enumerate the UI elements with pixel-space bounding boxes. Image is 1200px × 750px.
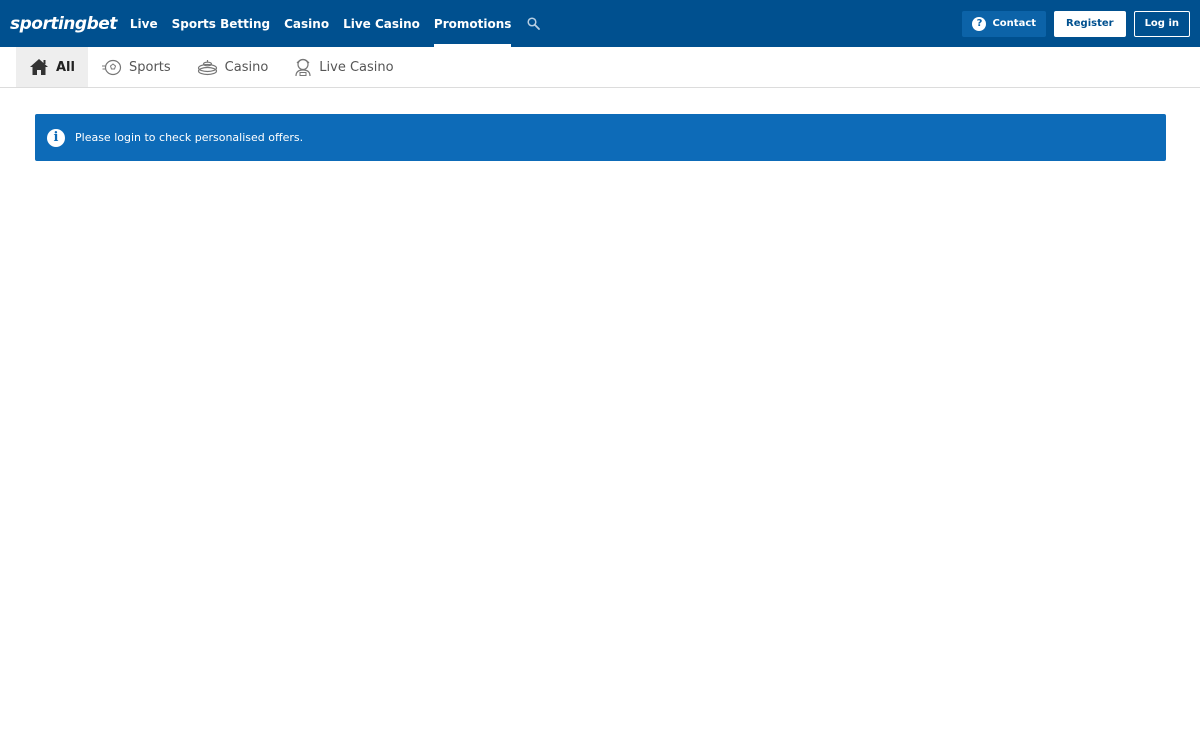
register-button[interactable]: Register — [1054, 10, 1126, 37]
info-icon: i — [47, 128, 65, 147]
main-nav: Live Sports Betting Casino Live Casino P… — [123, 0, 549, 47]
nav-live-casino[interactable]: Live Casino — [336, 0, 427, 47]
header-actions: ? Contact Register Log in — [962, 0, 1200, 47]
nav-sports-betting[interactable]: Sports Betting — [165, 0, 277, 47]
football-icon — [101, 59, 122, 75]
subtab-casino[interactable]: Casino — [184, 47, 282, 87]
search-button[interactable] — [518, 0, 548, 47]
subtab-live-casino[interactable]: Live Casino — [281, 47, 406, 87]
subtab-sports[interactable]: Sports — [88, 47, 184, 87]
banner-message: Please login to check personalised offer… — [75, 131, 304, 144]
subtab-live-casino-label: Live Casino — [319, 59, 394, 75]
subtab-all-label: All — [56, 59, 75, 75]
nav-live[interactable]: Live — [123, 0, 165, 47]
nav-casino[interactable]: Casino — [277, 0, 336, 47]
subtab-sports-label: Sports — [128, 59, 171, 75]
home-icon — [30, 59, 48, 75]
login-button[interactable]: Log in — [1133, 10, 1190, 37]
dealer-icon — [295, 58, 311, 77]
help-icon: ? — [972, 16, 987, 31]
subtab-casino-label: Casino — [224, 59, 269, 75]
login-info-banner: i Please login to check personalised off… — [35, 114, 1166, 161]
search-icon — [527, 17, 540, 30]
promotions-subnav: All Sports Casino Live Casino — [0, 47, 1200, 88]
sportingbet-logo[interactable]: sportingbet — [0, 0, 123, 47]
nav-promotions[interactable]: Promotions — [427, 0, 518, 47]
contact-button[interactable]: ? Contact — [962, 10, 1047, 37]
contact-label: Contact — [992, 18, 1037, 29]
subtab-all[interactable]: All — [16, 47, 88, 87]
top-header: sportingbet Live Sports Betting Casino L… — [0, 0, 1200, 47]
casino-chips-icon — [197, 59, 217, 75]
